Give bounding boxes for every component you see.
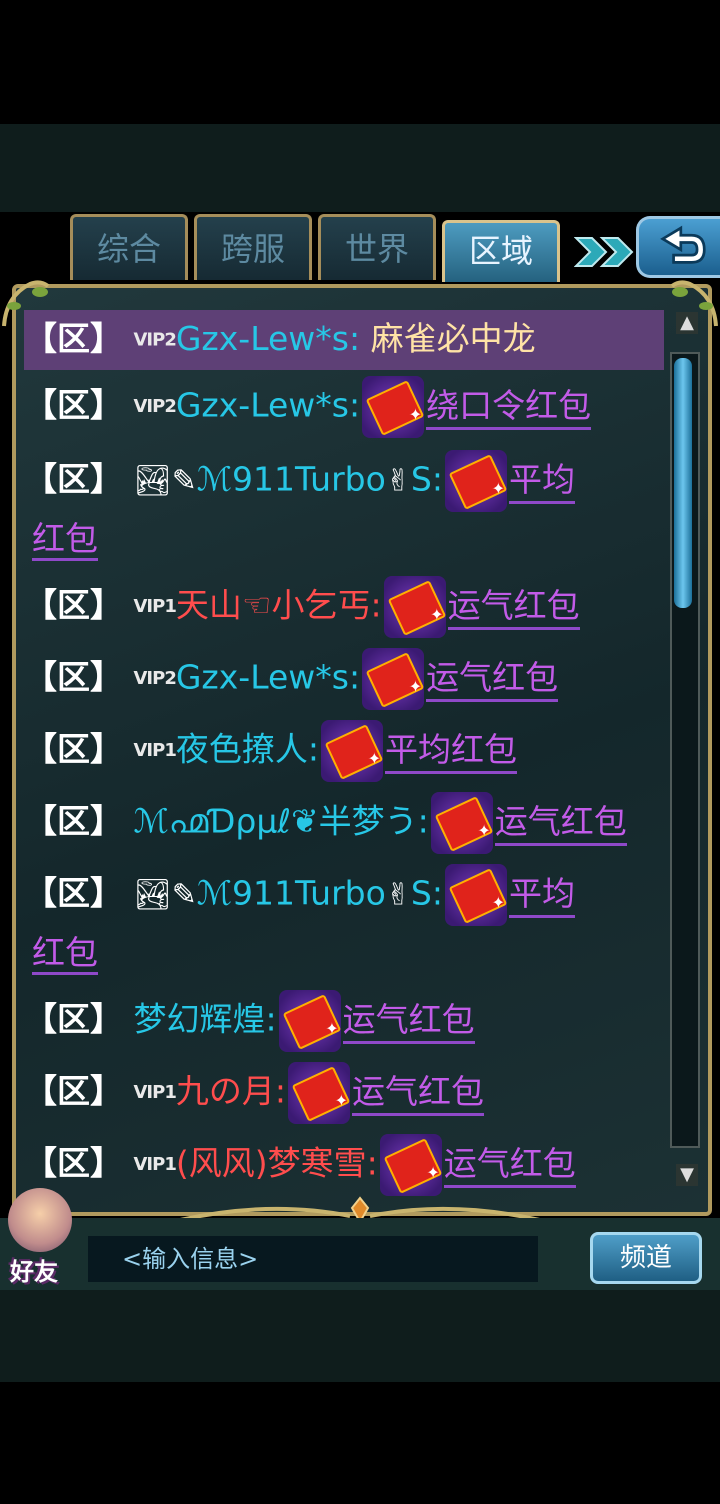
player-name[interactable]: 夜色撩人: [176, 730, 319, 769]
scrollbar-thumb[interactable] [674, 358, 692, 608]
vip-badge: VIP1 [133, 596, 177, 617]
vip-badge: VIP1 [133, 740, 177, 761]
scrollbar[interactable] [670, 352, 700, 1148]
player-name[interactable]: ℳ911Turbo [197, 874, 386, 913]
player-name-suffix: S: [410, 459, 443, 499]
vip-badge: VIP1 [133, 1154, 177, 1175]
return-arrow-icon [660, 225, 706, 264]
red-packet-link[interactable]: 绕口令红包 [426, 385, 592, 430]
message-text: 麻雀必中龙 [370, 319, 536, 358]
chat-message: 【区】 🏞✎ℳ911Turbo✌S: 平均 [24, 450, 664, 518]
chat-message: 【区】 VIP2Gzx-Lew*s: 绕口令红包 [24, 376, 664, 444]
player-name[interactable]: Gzx-Lew*s: [176, 386, 360, 425]
bottom-background [0, 1290, 720, 1382]
chat-message: 【区】 VIP1九の月: 运气红包 [24, 1062, 664, 1130]
channel-button[interactable]: 频道 [590, 1232, 702, 1284]
victory-hand-icon: ✌ [385, 877, 411, 913]
red-packet-icon[interactable] [430, 792, 493, 860]
player-name[interactable]: ℳ911Turbo [197, 460, 386, 499]
chat-message: 【区】 VIP2Gzx-Lew*s: 麻雀必中龙 [24, 310, 664, 370]
red-packet-icon[interactable] [287, 1062, 350, 1130]
channel-tag: 【区】 [24, 999, 123, 1039]
chat-message-list[interactable]: 【区】 VIP2Gzx-Lew*s: 麻雀必中龙 【区】 VIP2Gzx-Lew… [24, 296, 664, 1202]
red-packet-link[interactable]: 运气红包 [447, 585, 580, 630]
channel-tag: 【区】 [24, 585, 123, 625]
tab-region[interactable]: 区域 [442, 220, 560, 282]
chat-message: 【区】 VIP1(风风)梦寒雪: 运气红包 [24, 1134, 664, 1202]
red-packet-link[interactable]: 运气红包 [426, 657, 559, 702]
red-packet-icon[interactable] [320, 720, 383, 788]
player-name[interactable]: Gzx-Lew*s: [176, 319, 360, 358]
channel-tag: 【区】 [24, 459, 123, 499]
back-button[interactable] [636, 216, 720, 278]
red-packet-icon[interactable] [379, 1134, 442, 1202]
channel-tag: 【区】 [24, 801, 123, 841]
vip-badge: VIP1 [133, 1082, 177, 1103]
chat-message: 【区】 VIP2Gzx-Lew*s: 运气红包 [24, 648, 664, 716]
chat-message: 【区】 梦幻辉煌: 运气红包 [24, 990, 664, 1058]
chat-message: 【区】 VIP1天山☜小乞丐: 运气红包 [24, 576, 664, 644]
wrapped-text[interactable]: 红包 [32, 924, 98, 982]
image-icon: 🏞✎ [133, 877, 197, 913]
red-packet-icon[interactable] [362, 648, 425, 716]
player-name[interactable]: ℳ൶Ɗρμℓ❦半梦う: [134, 802, 429, 841]
chevron-right-icon [574, 237, 634, 267]
player-name[interactable]: Gzx-Lew*s: [176, 658, 360, 697]
vip-badge: VIP2 [133, 329, 177, 351]
red-packet-link[interactable]: 运气红包 [443, 1143, 576, 1188]
red-packet-link[interactable]: 运气红包 [494, 801, 627, 846]
player-name[interactable]: 梦幻辉煌: [134, 1000, 277, 1039]
top-background [0, 124, 720, 212]
message-input[interactable]: <输入信息> [88, 1236, 538, 1282]
player-name[interactable]: 九の月: [176, 1072, 286, 1111]
channel-tag: 【区】 [24, 729, 123, 769]
avatar[interactable] [8, 1188, 72, 1252]
channel-tag: 【区】 [24, 1071, 123, 1111]
scroll-down-arrow-icon[interactable]: ▼ [676, 1164, 698, 1186]
chat-message: 【区】 🏞✎ℳ911Turbo✌S: 平均 [24, 864, 664, 932]
wrapped-text[interactable]: 红包 [32, 510, 98, 568]
chat-message: 【区】 VIP1夜色撩人: 平均红包 [24, 720, 664, 788]
red-packet-icon[interactable] [383, 576, 446, 644]
vip-badge: VIP2 [133, 668, 177, 689]
channel-tag: 【区】 [24, 1143, 123, 1183]
channel-tag: 【区】 [24, 657, 123, 697]
red-packet-link[interactable]: 运气红包 [342, 999, 475, 1044]
player-name-suffix: S: [410, 873, 443, 913]
channel-tag: 【区】 [24, 385, 123, 425]
friends-button[interactable]: 好友 [10, 1252, 58, 1287]
player-name[interactable]: (风风)梦寒雪: [176, 1144, 378, 1183]
vine-ornament-icon [670, 280, 718, 327]
red-packet-icon[interactable] [445, 864, 507, 932]
chat-panel: 【区】 VIP2Gzx-Lew*s: 麻雀必中龙 【区】 VIP2Gzx-Lew… [12, 284, 712, 1216]
red-packet-icon[interactable] [362, 376, 425, 444]
image-icon: 🏞✎ [133, 463, 197, 499]
red-packet-link[interactable]: 平均 [509, 873, 575, 918]
channel-tag: 【区】 [24, 873, 123, 913]
vip-badge: VIP2 [133, 396, 177, 417]
red-packet-icon[interactable] [445, 450, 507, 518]
tab-world[interactable]: 世界 [318, 214, 436, 280]
victory-hand-icon: ✌ [385, 463, 411, 499]
red-packet-icon[interactable] [278, 990, 341, 1058]
chat-message: 【区】 ℳ൶Ɗρμℓ❦半梦う: 运气红包 [24, 792, 664, 860]
vine-ornament-icon [2, 280, 50, 327]
tab-cross-server[interactable]: 跨服 [194, 214, 312, 280]
tab-general[interactable]: 综合 [70, 214, 188, 280]
red-packet-link[interactable]: 平均 [509, 459, 575, 504]
red-packet-link[interactable]: 运气红包 [351, 1071, 484, 1116]
player-name[interactable]: 天山☜小乞丐: [176, 586, 382, 625]
red-packet-link[interactable]: 平均红包 [384, 729, 517, 774]
